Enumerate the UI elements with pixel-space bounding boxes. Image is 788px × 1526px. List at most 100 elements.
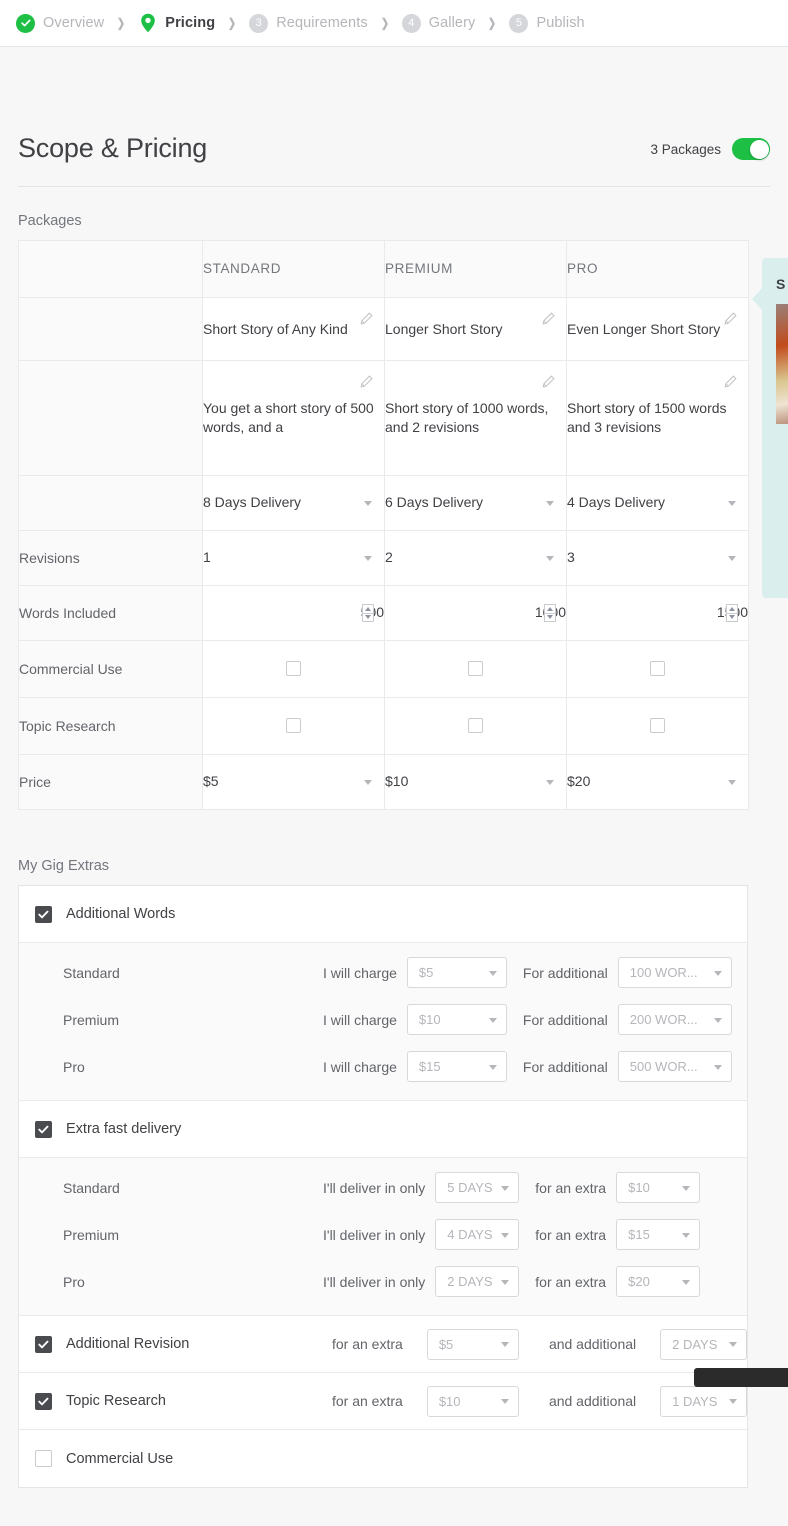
breadcrumb-step-overview[interactable]: Overview: [16, 13, 104, 33]
quantity-select[interactable]: 500 WOR...: [617, 1051, 732, 1082]
extra-group-header-extra-fast-delivery[interactable]: Extra fast delivery: [19, 1101, 747, 1158]
check-circle-icon: [16, 13, 35, 33]
pricing-page: Overview ❯ Pricing ❯ 3 Requirements ❯ 4 …: [0, 0, 788, 1526]
topic-research-checkbox-premium[interactable]: [384, 697, 567, 755]
checkbox-icon[interactable]: [468, 661, 483, 677]
days-select[interactable]: 2 DAYS: [660, 1328, 747, 1360]
quantity-value: 500 WOR...: [629, 1059, 698, 1074]
pencil-icon[interactable]: [542, 312, 555, 330]
commercial-use-checkbox-premium[interactable]: [384, 640, 567, 698]
price-select[interactable]: $10: [406, 1004, 507, 1035]
price-value: $15: [628, 1227, 650, 1242]
empty-label-cell: [18, 297, 203, 361]
checkbox-icon[interactable]: [35, 905, 52, 923]
days-select[interactable]: 2 DAYS: [435, 1266, 520, 1297]
number-spinner-icon[interactable]: [362, 604, 374, 622]
price-select[interactable]: $5: [426, 1328, 519, 1360]
extra-group-header-additional-words[interactable]: Additional Words: [19, 886, 747, 943]
price-select[interactable]: $15: [616, 1219, 701, 1250]
price-select-standard[interactable]: $5: [202, 754, 385, 810]
extra-row-commercial-use[interactable]: Commercial Use: [19, 1430, 747, 1487]
topic-research-checkbox-pro[interactable]: [566, 697, 749, 755]
breadcrumb-step-pricing[interactable]: Pricing: [138, 12, 215, 34]
price-select-pro[interactable]: $20: [566, 754, 749, 810]
step-number-badge: 4: [401, 13, 421, 33]
extra-row-topic-research[interactable]: Topic Research for an extra $10 and addi…: [19, 1373, 747, 1430]
revisions-select-pro[interactable]: 3: [566, 530, 749, 586]
pencil-icon[interactable]: [724, 312, 737, 330]
words-stepper-premium[interactable]: 1000: [384, 585, 567, 641]
package-title-pro[interactable]: Even Longer Short Story: [566, 297, 749, 361]
empty-corner-cell: [18, 240, 203, 298]
extra-row-additional-revision[interactable]: Additional Revision for an extra $5 and …: [19, 1316, 747, 1373]
table-row-words-included: Words Included 500 1000 1500: [18, 585, 749, 641]
checkbox-icon[interactable]: [35, 1450, 52, 1467]
number-spinner-icon[interactable]: [544, 604, 556, 622]
extra-group-rows-additional-words: Standard I will charge $5 For additional…: [19, 943, 747, 1101]
checkbox-icon[interactable]: [286, 661, 301, 677]
delivery-value: 4 Days Delivery: [567, 494, 666, 510]
spinner-down[interactable]: [363, 614, 373, 622]
breadcrumb-step-gallery[interactable]: 4 Gallery: [401, 13, 476, 33]
days-select[interactable]: 1 DAYS: [660, 1385, 747, 1417]
days-value: 1 DAYS: [672, 1393, 718, 1409]
quantity-select[interactable]: 200 WOR...: [617, 1004, 732, 1035]
delivery-value: 8 Days Delivery: [203, 494, 302, 510]
quantity-value: 100 WOR...: [629, 965, 698, 980]
pencil-icon[interactable]: [360, 312, 373, 330]
commercial-use-checkbox-standard[interactable]: [202, 640, 385, 698]
checkbox-icon[interactable]: [35, 1335, 52, 1353]
words-stepper-standard[interactable]: 500: [202, 585, 385, 641]
days-select[interactable]: 5 DAYS: [435, 1172, 520, 1203]
chevron-down-icon: [364, 556, 372, 561]
topic-research-checkbox-standard[interactable]: [202, 697, 385, 755]
package-description-premium[interactable]: Short story of 1000 words, and 2 revisio…: [384, 360, 567, 476]
price-select[interactable]: $20: [616, 1266, 701, 1297]
words-stepper-pro[interactable]: 1500: [566, 585, 749, 641]
quantity-select[interactable]: 100 WOR...: [617, 957, 732, 988]
revisions-select-premium[interactable]: 2: [384, 530, 567, 586]
checkbox-icon[interactable]: [650, 661, 665, 677]
checkbox-icon[interactable]: [286, 718, 301, 734]
checkbox-icon[interactable]: [35, 1392, 52, 1410]
delivery-select-standard[interactable]: 8 Days Delivery: [202, 475, 385, 531]
spinner-down[interactable]: [545, 614, 555, 622]
extra-row-standard: Standard I will charge $5 For additional…: [19, 949, 747, 996]
price-select-premium[interactable]: $10: [384, 754, 567, 810]
days-select[interactable]: 4 DAYS: [435, 1219, 520, 1250]
spinner-up[interactable]: [363, 605, 373, 614]
price-select[interactable]: $15: [406, 1051, 507, 1082]
breadcrumb-step-requirements[interactable]: 3 Requirements: [249, 13, 368, 33]
pencil-icon[interactable]: [360, 375, 373, 393]
package-description-pro[interactable]: Short story of 1500 words and 3 revision…: [566, 360, 749, 476]
commercial-use-checkbox-pro[interactable]: [566, 640, 749, 698]
checkbox-icon[interactable]: [468, 718, 483, 734]
delivery-select-pro[interactable]: 4 Days Delivery: [566, 475, 749, 531]
pencil-icon[interactable]: [542, 375, 555, 393]
packages-toggle-switch[interactable]: [732, 138, 770, 160]
chevron-down-icon: [546, 780, 554, 785]
pencil-icon[interactable]: [724, 375, 737, 393]
price-select[interactable]: $10: [426, 1385, 519, 1417]
price-value: $10: [438, 1393, 461, 1409]
package-description-standard[interactable]: You get a short story of 500 words, and …: [202, 360, 385, 476]
checkbox-icon[interactable]: [650, 718, 665, 734]
revisions-select-standard[interactable]: 1: [202, 530, 385, 586]
chevron-down-icon: [713, 970, 722, 976]
price-select[interactable]: $10: [616, 1172, 701, 1203]
number-spinner-icon[interactable]: [726, 604, 738, 622]
extra-row-standard: Standard I'll deliver in only 5 DAYS for…: [19, 1164, 747, 1211]
delivery-select-premium[interactable]: 6 Days Delivery: [384, 475, 567, 531]
packages-toggle-group[interactable]: 3 Packages: [650, 138, 770, 164]
price-select[interactable]: $5: [406, 957, 507, 988]
breadcrumb-label: Pricing: [165, 15, 216, 31]
package-title-standard[interactable]: Short Story of Any Kind: [202, 297, 385, 361]
packages-section-label: Packages: [18, 213, 82, 229]
spinner-down[interactable]: [727, 614, 737, 622]
spinner-up[interactable]: [727, 605, 737, 614]
breadcrumb-step-publish[interactable]: 5 Publish: [509, 13, 585, 33]
spinner-up[interactable]: [545, 605, 555, 614]
package-title-premium[interactable]: Longer Short Story: [384, 297, 567, 361]
checkbox-icon[interactable]: [35, 1120, 52, 1138]
table-row-headers: STANDARD PREMIUM PRO: [18, 240, 749, 298]
